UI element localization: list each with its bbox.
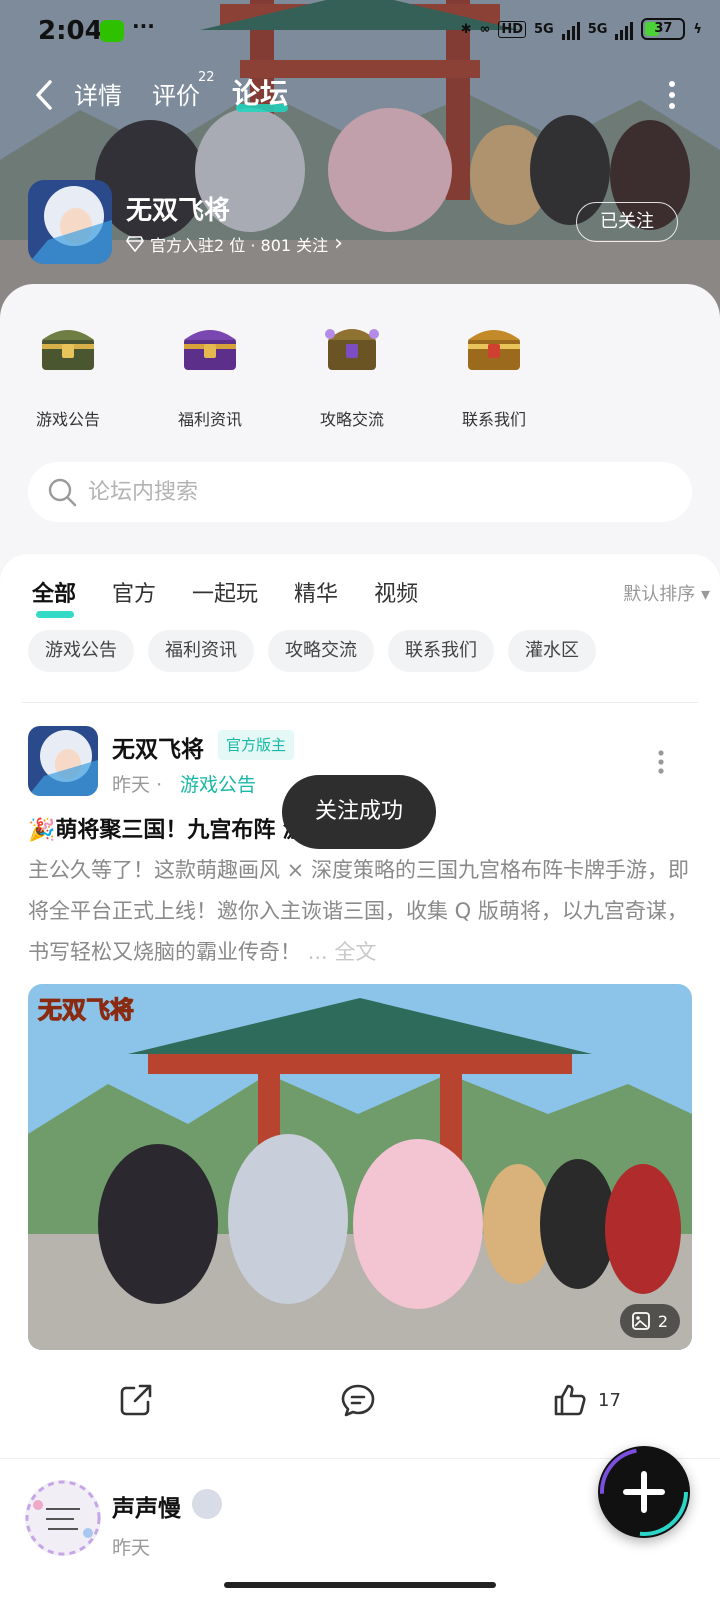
image-stack-icon [631,1312,650,1330]
create-post-button[interactable] [598,1446,690,1538]
post-feed: 全部 官方 一起玩 精华 视频 默认排序 ▾ 游戏公告 福利资讯 攻略交流 联系… [0,554,720,1600]
category-label: 攻略交流 [319,410,384,429]
search-input[interactable] [88,462,668,522]
game-title: 无双飞将 [126,196,231,226]
game-info: 无双飞将 官方入驻2 位 · 801 关注 › 已关注 [28,180,692,266]
author-avatar[interactable] [28,726,98,796]
battery-percent: 37 [654,21,673,36]
thumbs-up-icon [554,1384,586,1416]
status-time: 2:04 [38,16,103,46]
game-avatar-art [28,180,112,264]
charging-icon: ϟ [693,21,702,37]
more-notifications-indicator: ··· [132,14,155,38]
chip-welfare-news[interactable]: 福利资讯 [148,630,254,672]
chip-strategy[interactable]: 攻略交流 [268,630,374,672]
read-full-link[interactable]: ... 全文 [308,940,377,964]
game-meta-text: 官方入驻2 位 · 801 关注 [150,236,329,255]
more-options-icon[interactable] [668,80,676,110]
bluetooth-icon: ✱ [460,21,472,37]
post2-author-name[interactable]: 声声慢 [112,1489,181,1523]
user-level-badge-icon [192,1489,222,1519]
comment-icon [341,1384,375,1417]
status-bar: 2:04 ··· ✱ ∞ HD 5G 5G 37 ϟ [0,0,720,64]
image-count-badge: 2 [619,1304,680,1338]
home-indicator[interactable] [224,1582,496,1588]
like-button[interactable]: 17 [552,1382,621,1418]
share-icon [120,1384,152,1416]
filter-tab-featured[interactable]: 精华 [294,576,338,616]
tab-forum[interactable]: 论坛 [232,72,288,112]
follow-button[interactable]: 已关注 [576,202,678,242]
author-avatar-art [28,726,98,796]
chip-game-announcement[interactable]: 游戏公告 [28,630,134,672]
game-meta[interactable]: 官方入驻2 位 · 801 关注 › [126,232,343,256]
share-button[interactable] [118,1382,154,1418]
official-moderator-badge: 官方版主 [218,730,295,760]
category-row: 游戏公告 福利资讯 攻略交流 联系我们 [0,314,720,434]
search-icon [48,478,77,507]
filter-tab-all[interactable]: 全部 [32,576,76,618]
comment-button[interactable] [340,1382,376,1418]
category-game-announcement[interactable]: 游戏公告 [18,314,118,430]
post-author-name[interactable]: 无双飞将 [112,730,204,764]
category-label: 联系我们 [461,410,526,429]
like-count: 17 [598,1389,621,1411]
chip-chat-zone[interactable]: 灌水区 [508,630,596,672]
network-label-1: 5G [533,21,554,37]
chevron-right-icon: › [334,231,343,256]
hd-badge: HD [498,20,526,38]
post-more-icon[interactable] [658,750,664,774]
wechat-notification-icon [100,20,124,42]
network-label-2: 5G [587,21,608,37]
game-avatar[interactable] [28,180,112,264]
topic-chips: 游戏公告 福利资讯 攻略交流 联系我们 灌水区 [28,630,596,672]
post-actions: 17 [0,1374,720,1434]
sort-dropdown[interactable]: 默认排序 ▾ [623,580,710,606]
treasure-chest-icon [325,329,379,370]
post-category-link[interactable]: 游戏公告 [180,770,256,797]
category-label: 游戏公告 [35,410,100,429]
post-image[interactable]: 无双飞将 2 [28,984,692,1350]
review-count-badge: 22 [198,70,215,85]
author-avatar-2[interactable] [24,1479,102,1557]
forum-search-bar[interactable] [28,462,692,522]
category-strategy[interactable]: 攻略交流 [302,314,402,430]
link-icon: ∞ [479,21,491,37]
image-count-text: 2 [657,1311,668,1331]
filter-tab-video[interactable]: 视频 [374,576,418,616]
filter-tab-play-together[interactable]: 一起玩 [192,576,258,616]
divider [22,702,698,703]
filter-tab-official[interactable]: 官方 [112,576,156,616]
plus-icon [600,1448,688,1536]
category-label: 福利资讯 [177,410,242,429]
tab-review[interactable]: 评价 [152,76,200,111]
category-welfare-news[interactable]: 福利资讯 [160,314,260,430]
back-arrow-icon[interactable] [30,78,60,112]
tab-detail[interactable]: 详情 [74,76,122,111]
status-icons: ✱ ∞ HD 5G 5G 37 ϟ [461,18,702,40]
post-body[interactable]: 主公久等了！这款萌趣画风 × 深度策略的三国九宫格布阵卡牌手游，即将全平台正式上… [28,850,692,973]
follow-success-toast: 关注成功 [282,775,436,849]
image-game-logo: 无双飞将 [38,996,134,1024]
battery-icon: 37 [641,18,686,40]
category-contact-us[interactable]: 联系我们 [444,314,544,430]
forum-sheet: 游戏公告 福利资讯 攻略交流 联系我们 论坛内搜索 全部 官方 一起玩 精华 视… [0,284,720,1600]
post2-time: 昨天 [112,1537,151,1559]
top-navigation: 详情 评价 22 论坛 [0,66,720,122]
treasure-chest-icon [468,330,520,370]
post-time: 昨天 · [112,770,162,797]
signal-icon-1 [561,18,580,40]
chip-contact-us[interactable]: 联系我们 [388,630,494,672]
treasure-chest-icon [42,330,94,370]
separator-dot: · [156,774,163,796]
signal-icon-2 [615,18,634,40]
diamond-icon [126,236,144,252]
filter-tabs: 全部 官方 一起玩 精华 视频 [32,576,418,618]
post-time-text: 昨天 [112,774,151,796]
post-image-art: 无双飞将 [28,984,692,1350]
author-avatar-2-art [25,1480,101,1556]
treasure-chest-icon [184,330,236,370]
